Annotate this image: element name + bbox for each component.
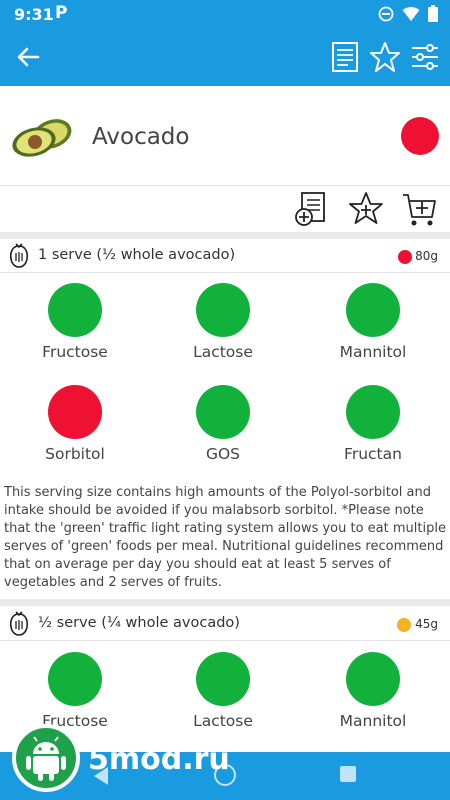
nutrient-label: Fructan [344,445,402,463]
section-divider [0,232,450,239]
nutrient-rating-dot [196,652,250,706]
nutrient-label: Mannitol [339,712,407,730]
serving-weight: 45g [415,617,438,631]
nutrient-mannitol: Mannitol [298,652,448,730]
add-favourite-icon[interactable] [347,190,385,228]
android-robot-icon [26,736,66,781]
serving-label: ½ serve (¼ whole avocado) [38,615,240,631]
app-indicator: P [55,3,68,23]
status-icons [378,5,438,22]
do-not-disturb-icon [378,6,394,21]
nutrient-sorbitol: Sorbitol [0,385,150,463]
avocado-image [12,119,72,157]
serving-weight: 80g [415,249,438,263]
nutrient-lactose: Lactose [148,652,298,730]
food-header: Avocado [0,86,450,186]
serving-stomach-icon [9,243,29,268]
serving-header: ½ serve (¼ whole avocado) 45g [0,607,450,641]
nutrient-fructan: Fructan [298,385,448,463]
food-name: Avocado [92,124,190,150]
add-to-meal-icon[interactable] [292,190,330,228]
nutrient-lactose: Lactose [148,283,298,361]
watermark-text: 5mod.ru [88,742,230,777]
section-divider [0,599,450,606]
nutrient-mannitol: Mannitol [298,283,448,361]
action-row [0,186,450,232]
nav-recents-icon[interactable] [340,766,356,782]
nutrient-fructose: Fructose [0,652,150,730]
serving-rating-dot [397,618,411,632]
status-bar: 9:31 P [0,0,450,28]
nutrient-rating-dot [48,283,102,337]
nutrient-label: Lactose [193,343,253,361]
nutrient-rating-dot [196,283,250,337]
serving-rating-dot [398,250,412,264]
status-time: 9:31 [14,5,54,24]
nutrient-rating-dot [346,652,400,706]
serving-note: This serving size contains high amounts … [4,485,446,590]
serving-label: 1 serve (½ whole avocado) [38,247,236,263]
nutrient-rating-dot [196,385,250,439]
nutrient-label: Fructose [42,343,108,361]
nutrient-gos: GOS [148,385,298,463]
nutrient-rating-dot [48,385,102,439]
document-icon[interactable] [328,40,362,74]
arrow-back-icon[interactable] [12,42,44,72]
nutrient-rating-dot [346,385,400,439]
nutrient-label: Sorbitol [45,445,105,463]
nutrient-rating-dot [48,652,102,706]
nutrient-label: GOS [205,445,241,463]
serving-header: 1 serve (½ whole avocado) 80g [0,239,450,273]
nutrient-label: Lactose [193,712,253,730]
add-to-cart-icon[interactable] [401,190,439,228]
nutrient-fructose: Fructose [0,283,150,361]
nutrient-label: Mannitol [339,343,407,361]
battery-icon [428,5,438,22]
app-bar [0,28,450,86]
overall-rating-dot [401,117,439,155]
star-outline-icon[interactable] [368,40,402,74]
android-robot-icon [12,724,80,792]
nutrient-rating-dot [346,283,400,337]
wifi-icon [402,6,420,21]
filter-sliders-icon[interactable] [408,40,442,74]
serving-stomach-icon [9,611,29,636]
